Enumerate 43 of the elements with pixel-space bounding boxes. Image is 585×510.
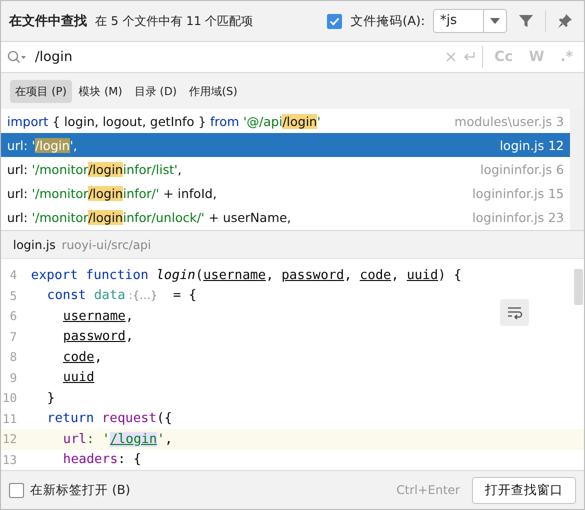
line-number: 10 <box>2 391 18 406</box>
line-number: 12 <box>2 432 18 446</box>
line-number: 11 <box>2 412 18 426</box>
scope-tab[interactable]: 模块 (M) <box>74 80 128 102</box>
line-number: 6 <box>8 309 18 324</box>
file-mask-checkbox[interactable] <box>327 14 342 28</box>
scope-tab[interactable]: 目录 (D) <box>129 80 182 102</box>
newline-icon[interactable] <box>462 51 476 63</box>
code-line: const data :{…} = { <box>47 288 197 304</box>
close-icon[interactable] <box>446 52 456 62</box>
soft-wrap-icon[interactable] <box>500 299 529 326</box>
scrollbar-thumb[interactable] <box>574 269 583 305</box>
line-number: 7 <box>8 330 18 344</box>
code-line: export function login(username, password, code, uuid) { <box>31 268 462 283</box>
preview-file-name: login.js <box>13 238 56 252</box>
new-tab-checkbox[interactable] <box>9 482 24 498</box>
shortcut-hint: Ctrl+Enter <box>396 483 460 497</box>
code-line: password, <box>63 329 134 344</box>
line-number: 8 <box>8 350 18 364</box>
file-mask-label: 文件掩码(A): <box>350 12 425 30</box>
line-number: 4 <box>8 268 18 282</box>
line-number: 5 <box>8 288 18 303</box>
code-line: } <box>47 390 55 406</box>
code-line: headers: { <box>63 452 142 468</box>
preview-file-path: ruoyi-ui/src/api <box>62 238 152 252</box>
scope-tab[interactable]: 作用域(S) <box>184 80 242 102</box>
line-number: 9 <box>8 370 18 385</box>
caret-icon <box>490 18 500 24</box>
panel-title: 在文件中查找 <box>9 12 87 30</box>
line-number: 13 <box>2 452 18 467</box>
match-summary: 在 5 个文件中有 11 个匹配项 <box>95 12 254 30</box>
search-field[interactable]: /login Cc W .* <box>1 41 584 73</box>
code-line: username, <box>63 308 134 324</box>
search-icon[interactable] <box>7 50 27 64</box>
open-find-window-button[interactable]: 打开查找窗口 <box>472 476 576 504</box>
result-row[interactable]: url: '/login', login.js 12 <box>1 133 570 157</box>
code-line: url: '/login', <box>63 432 173 447</box>
scope-tab[interactable]: 在项目 (P) <box>10 80 72 102</box>
new-tab-label: 在新标签打开 (B) <box>30 482 130 498</box>
code-line: code, <box>63 350 102 365</box>
code-line: uuid <box>63 370 94 386</box>
code-line: return request({ <box>47 411 172 426</box>
file-mask-dropdown[interactable]: *js <box>433 9 507 33</box>
